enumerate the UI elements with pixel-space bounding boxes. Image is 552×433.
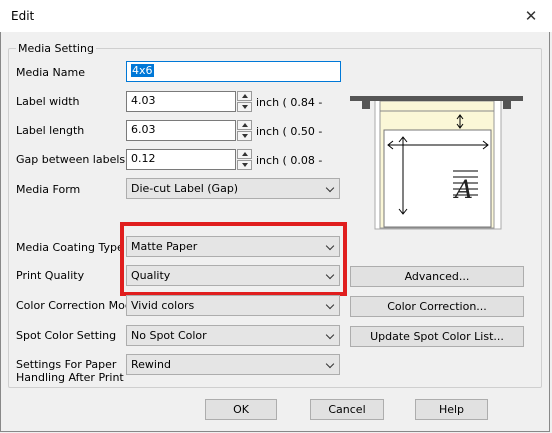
paper-handling-value: Rewind (131, 358, 171, 371)
chevron-down-icon (325, 183, 335, 193)
spin-up-icon[interactable] (237, 149, 252, 159)
color-correction-label: Color Correction Mode (16, 299, 139, 312)
label-length-value: 6.03 (131, 123, 156, 136)
paper-handling-select[interactable]: Rewind (126, 354, 340, 375)
spot-color-value: No Spot Color (131, 329, 207, 342)
title-bar: Edit ✕ (0, 0, 552, 32)
media-form-label: Media Form (16, 183, 81, 196)
group-label: Media Setting (16, 42, 96, 55)
label-width-input[interactable]: 4.03 (126, 91, 236, 112)
label-width-label: Label width (16, 95, 80, 108)
gap-input[interactable]: 0.12 (126, 149, 236, 170)
gap-value: 0.12 (131, 152, 156, 165)
spin-up-icon[interactable] (237, 91, 252, 101)
media-form-value: Die-cut Label (Gap) (131, 182, 239, 195)
chevron-down-icon (325, 359, 335, 369)
advanced-button[interactable]: Advanced... (350, 266, 524, 287)
label-width-value: 4.03 (131, 94, 156, 107)
print-quality-label: Print Quality (16, 269, 85, 282)
label-length-label: Label length (16, 124, 85, 137)
update-spot-color-button[interactable]: Update Spot Color List... (350, 326, 524, 347)
sample-letter: A (453, 175, 473, 204)
gap-label: Gap between labels (16, 153, 126, 166)
chevron-down-icon (325, 330, 335, 340)
spin-down-icon[interactable] (237, 131, 252, 141)
media-name-value: 4x6 (131, 64, 154, 77)
gap-unit: inch ( 0.08 - (256, 154, 323, 167)
spin-down-icon[interactable] (237, 102, 252, 112)
ok-button[interactable]: OK (205, 399, 277, 420)
spot-color-select[interactable]: No Spot Color (126, 325, 340, 346)
label-width-stepper[interactable] (237, 91, 252, 112)
label-width-unit: inch ( 0.84 - (256, 96, 323, 109)
label-length-input[interactable]: 6.03 (126, 120, 236, 141)
label-length-stepper[interactable] (237, 120, 252, 141)
cancel-button[interactable]: Cancel (310, 399, 384, 420)
media-name-input[interactable]: 4x6 (126, 61, 341, 82)
close-icon[interactable]: ✕ (516, 5, 546, 27)
spin-up-icon[interactable] (237, 120, 252, 130)
media-coating-label: Media Coating Type (16, 241, 124, 254)
media-name-label: Media Name (16, 66, 85, 79)
paper-handling-label-line1: Settings For Paper (16, 358, 117, 371)
spin-down-icon[interactable] (237, 160, 252, 170)
paper-handling-label-line2: Handling After Print (16, 371, 124, 384)
color-correction-button[interactable]: Color Correction... (350, 296, 524, 317)
label-preview-illustration: A (350, 96, 523, 230)
spot-color-label: Spot Color Setting (16, 329, 117, 342)
color-correction-select[interactable]: Vivid colors (126, 295, 340, 316)
color-correction-value: Vivid colors (131, 299, 195, 312)
media-form-select[interactable]: Die-cut Label (Gap) (126, 178, 340, 199)
chevron-down-icon (325, 300, 335, 310)
window-title: Edit (11, 9, 35, 23)
gap-stepper[interactable] (237, 149, 252, 170)
help-button[interactable]: Help (415, 399, 488, 420)
label-length-unit: inch ( 0.50 - (256, 125, 323, 138)
highlight-annotation (120, 222, 347, 296)
